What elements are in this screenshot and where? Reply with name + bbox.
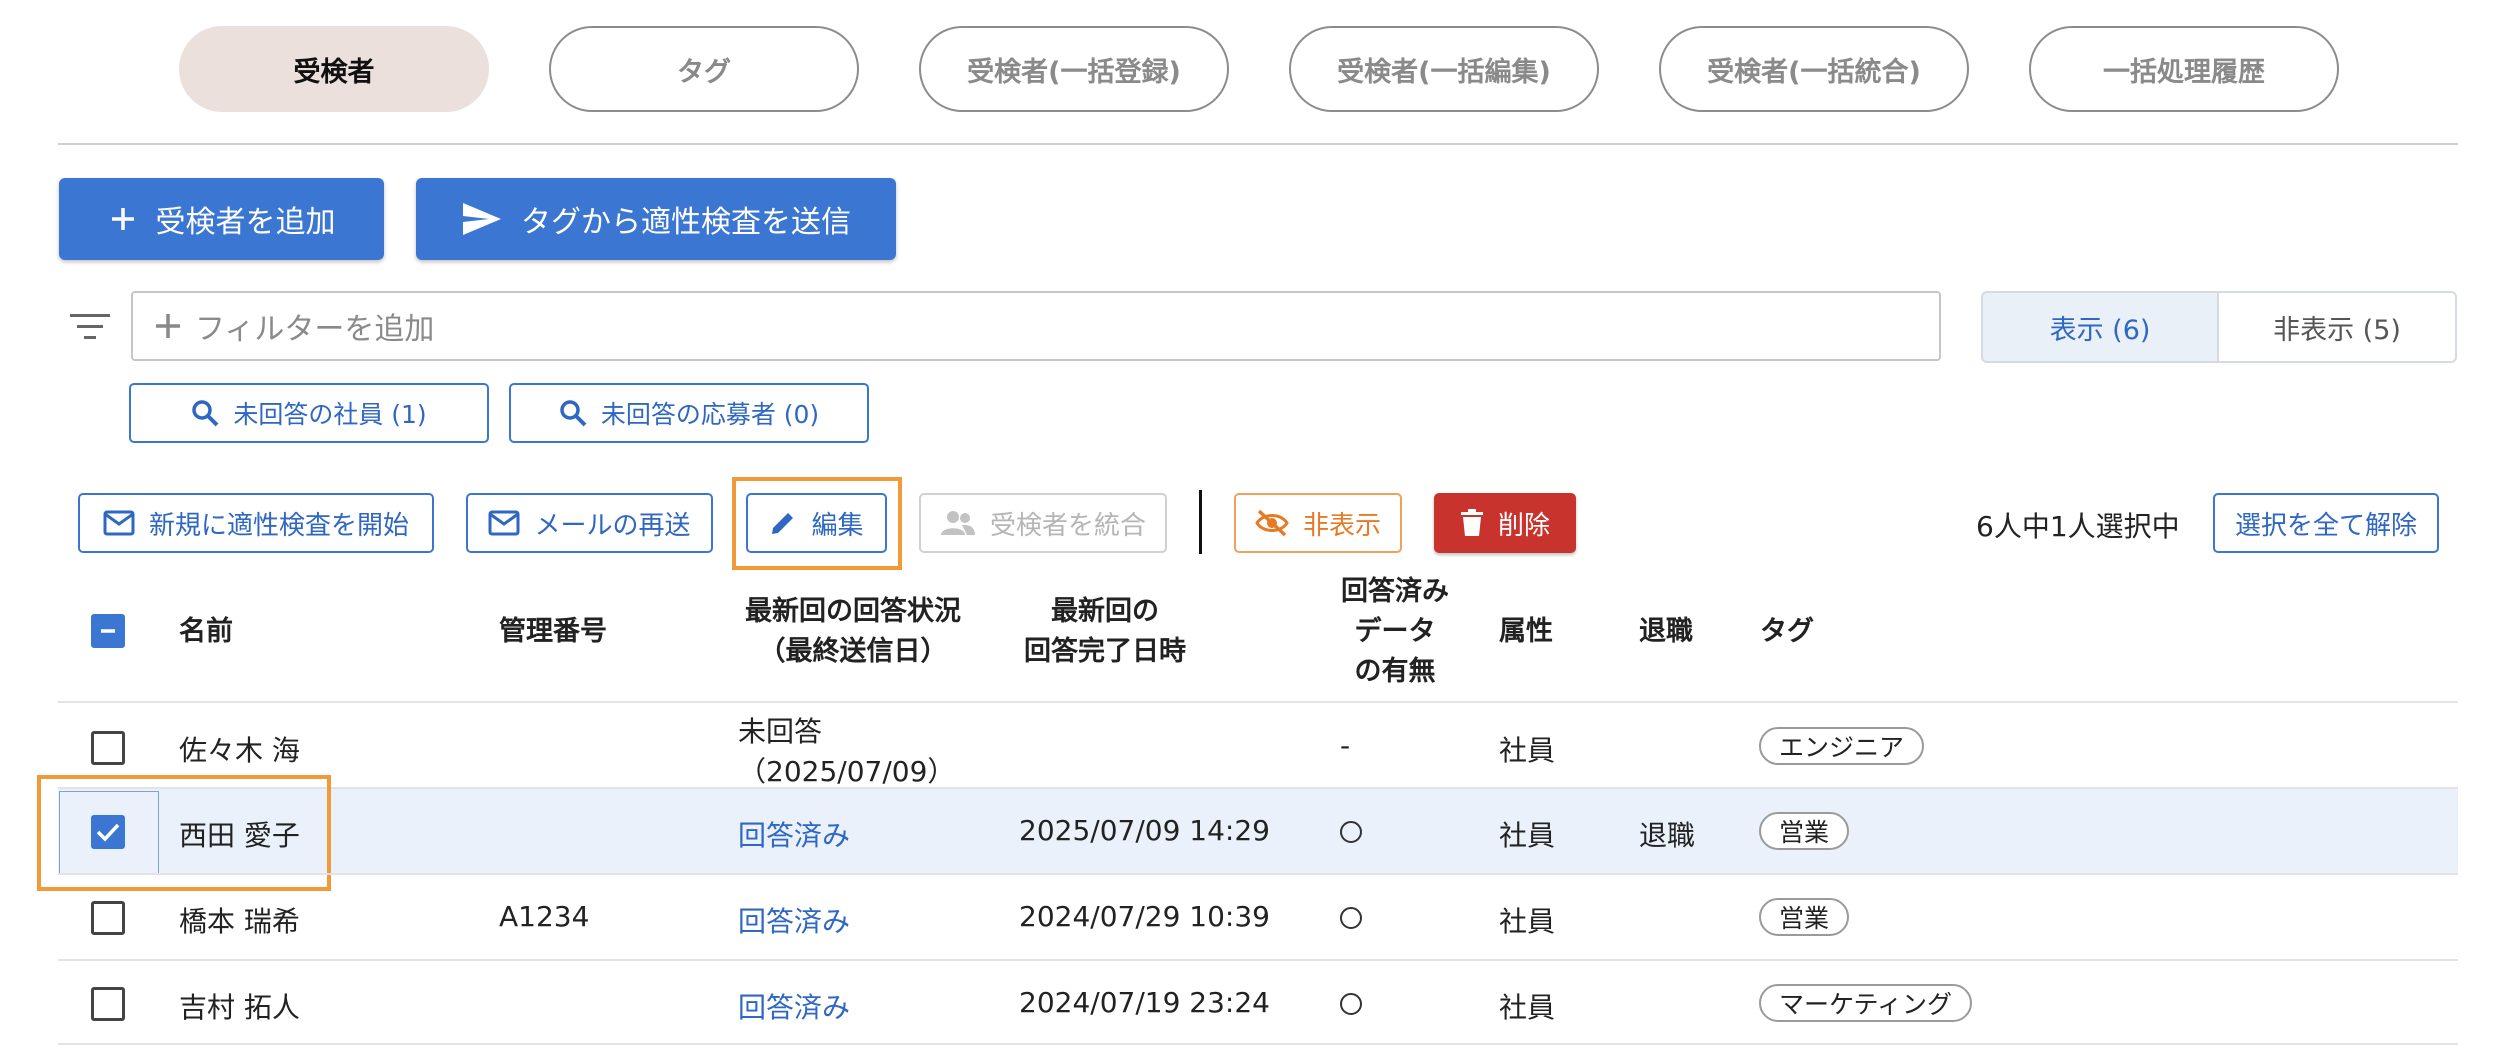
start-new-test-label: 新規に適性検査を開始 — [148, 510, 409, 541]
header-attribute[interactable]: 属性 — [1499, 612, 1553, 652]
row-status: 未回答 — [738, 715, 823, 748]
table-row[interactable]: 橋本 瑞希 A1234 回答済み 2024/07/29 10:39 社員 営業 — [58, 873, 2458, 959]
minus-icon — [101, 629, 115, 633]
merge-button[interactable]: 受検者を統合 — [919, 493, 1167, 553]
header-latest-completed[interactable]: 最新回の 回答完了日時 — [1010, 592, 1200, 672]
filter-placeholder: フィルターを追加 — [195, 312, 435, 347]
header-latest-status-line2: （最終送信日） — [758, 636, 948, 667]
tab-bulk-merge[interactable]: 受検者(一括統合) — [1659, 26, 1969, 112]
header-has-data[interactable]: 回答済み データ の有無 — [1330, 572, 1460, 692]
tag-chip[interactable]: 営業 — [1759, 812, 1850, 850]
tab-bulk-register[interactable]: 受検者(一括登録) — [919, 26, 1229, 112]
row-attribute: 社員 — [1499, 734, 1556, 767]
row-attribute: 社員 — [1499, 905, 1556, 938]
people-icon — [940, 511, 975, 535]
row-name: 吉村 拓人 — [179, 991, 300, 1024]
row-retired: 退職 — [1639, 819, 1696, 852]
select-all-checkbox[interactable] — [91, 614, 125, 648]
header-latest-status[interactable]: 最新回の回答状況 （最終送信日） — [728, 592, 978, 672]
row-name: 橋本 瑞希 — [179, 905, 300, 938]
row-status-sub: （2025/07/09） — [738, 755, 956, 788]
header-has-data-line2: データ — [1354, 616, 1436, 647]
has-data-circle — [1340, 993, 1362, 1015]
add-examinee-label: 受検者を追加 — [155, 205, 336, 240]
row-checkbox[interactable] — [91, 731, 125, 765]
header-name[interactable]: 名前 — [179, 612, 233, 652]
row-checkbox[interactable] — [91, 987, 125, 1021]
has-data-circle — [1340, 907, 1362, 929]
row-attribute: 社員 — [1499, 819, 1556, 852]
tag-chip[interactable]: マーケティング — [1759, 984, 1973, 1022]
header-latest-completed-line1: 最新回の — [1051, 596, 1159, 627]
edit-highlight — [732, 477, 902, 570]
send-icon — [463, 203, 501, 235]
row-completed-at: 2024/07/29 10:39 — [1019, 900, 1270, 933]
table-row[interactable]: 西田 愛子 回答済み 2025/07/09 14:29 社員 退職 営業 — [58, 787, 2458, 873]
row-attribute: 社員 — [1499, 991, 1556, 1024]
row-status[interactable]: 回答済み — [738, 986, 850, 1026]
selection-status: 6人中1人選択中 — [1976, 510, 2180, 543]
header-has-data-line3: の有無 — [1354, 656, 1436, 687]
hide-label: 非表示 — [1302, 510, 1381, 541]
table-row[interactable]: 佐々木 海 未回答 （2025/07/09） - 社員 エンジニア — [58, 701, 2458, 788]
filter-icon[interactable] — [70, 312, 110, 342]
merge-label: 受検者を統合 — [989, 510, 1146, 541]
row-status[interactable]: 回答済み — [738, 814, 850, 854]
quick-filter-unanswered-applicants[interactable]: 未回答の応募者 (0) — [509, 383, 869, 443]
tab-divider — [58, 143, 2458, 145]
tab-tags[interactable]: タグ — [549, 26, 859, 112]
has-data-circle — [1340, 821, 1362, 843]
start-new-test-button[interactable]: 新規に適性検査を開始 — [78, 493, 434, 553]
tag-chip[interactable]: エンジニア — [1759, 727, 1925, 765]
mail-icon — [488, 510, 520, 536]
row-management-number: A1234 — [499, 900, 590, 933]
mail-icon — [103, 510, 135, 536]
header-tags[interactable]: タグ — [1760, 612, 1814, 652]
search-icon — [192, 400, 219, 427]
send-from-tag-button[interactable]: タグから適性検査を送信 — [416, 178, 896, 260]
header-management-number[interactable]: 管理番号 — [499, 612, 607, 652]
row-status[interactable]: 回答済み — [738, 900, 850, 940]
tab-examinees[interactable]: 受検者 — [179, 26, 489, 112]
filter-input[interactable]: フィルターを追加 — [131, 291, 1941, 361]
delete-label: 削除 — [1497, 510, 1550, 541]
send-from-tag-label: タグから適性検査を送信 — [521, 205, 851, 240]
tag-chip[interactable]: 営業 — [1759, 898, 1850, 936]
plus-icon — [156, 314, 180, 338]
row-checkbox[interactable] — [91, 901, 125, 935]
row-name: 佐々木 海 — [179, 734, 300, 767]
header-has-data-line1: 回答済み — [1341, 576, 1449, 607]
hidden-toggle[interactable]: 非表示 (5) — [2219, 291, 2457, 363]
header-latest-status-line1: 最新回の回答状況 — [745, 596, 961, 627]
header-retired[interactable]: 退職 — [1639, 612, 1693, 652]
table-row[interactable]: 吉村 拓人 回答済み 2024/07/19 23:24 社員 マーケティング — [58, 959, 2458, 1045]
add-examinee-button[interactable]: 受検者を追加 — [59, 178, 384, 260]
plus-icon — [111, 208, 134, 230]
eye-off-icon — [1255, 509, 1289, 537]
quick-filter-label: 未回答の応募者 (0) — [600, 400, 820, 429]
tab-bulk-history[interactable]: 一括処理履歴 — [2029, 26, 2339, 112]
header-latest-completed-line2: 回答完了日時 — [1024, 636, 1186, 667]
quick-filter-label: 未回答の社員 (1) — [233, 400, 427, 429]
row-completed-at: 2024/07/19 23:24 — [1019, 986, 1270, 1019]
clear-selection-button[interactable]: 選択を全て解除 — [2213, 493, 2439, 553]
quick-filter-unanswered-employees[interactable]: 未回答の社員 (1) — [129, 383, 489, 443]
toolbar-divider — [1199, 490, 1202, 554]
delete-button[interactable]: 削除 — [1434, 493, 1576, 553]
trash-icon — [1460, 509, 1483, 536]
resend-mail-label: メールの再送 — [534, 510, 691, 541]
row-has-data: - — [1340, 729, 1351, 762]
row-completed-at: 2025/07/09 14:29 — [1019, 814, 1270, 847]
search-icon — [560, 400, 587, 427]
visible-toggle[interactable]: 表示 (6) — [1981, 291, 2219, 363]
tab-bulk-edit[interactable]: 受検者(一括編集) — [1289, 26, 1599, 112]
hide-button[interactable]: 非表示 — [1234, 493, 1402, 553]
resend-mail-button[interactable]: メールの再送 — [466, 493, 713, 553]
